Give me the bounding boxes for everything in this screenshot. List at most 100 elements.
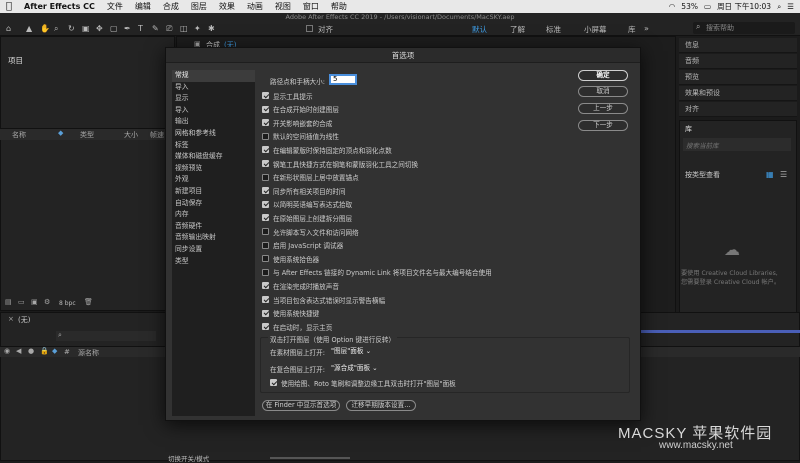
- camera-tool-icon[interactable]: ▣: [82, 24, 90, 33]
- workspace-more-icon[interactable]: »: [644, 24, 649, 33]
- library-search[interactable]: 搜索当前库: [683, 138, 791, 151]
- checkbox[interactable]: [262, 160, 269, 168]
- show-in-finder-button[interactable]: 在 Finder 中显示首选项: [262, 400, 340, 411]
- apple-icon[interactable]: : [0, 1, 18, 12]
- cb-sync-time[interactable]: 同步所有相关项目的时间: [262, 185, 346, 196]
- pen-tool-icon[interactable]: ✒: [124, 24, 131, 33]
- checkbox[interactable]: [262, 119, 269, 127]
- audio-toggle-icon[interactable]: ◀: [16, 347, 21, 355]
- roto-tool-icon[interactable]: ✦: [194, 24, 201, 33]
- toggle-switches-modes[interactable]: 切换开关/模式: [168, 453, 209, 463]
- cb-expression-warning[interactable]: 当项目包含表达式错误时显示警告横幅: [262, 294, 385, 305]
- migrate-settings-button[interactable]: 迁移早期版本设置...: [346, 400, 416, 411]
- menu-view[interactable]: 视图: [269, 1, 297, 12]
- checkbox[interactable]: [262, 309, 269, 317]
- zoom-tool-icon[interactable]: ⌕: [54, 24, 58, 34]
- previous-button[interactable]: 上一步: [578, 103, 628, 114]
- cb-system-color-picker[interactable]: 使用系统拾色器: [262, 253, 319, 264]
- workspace-library[interactable]: 库: [628, 24, 636, 35]
- comp-open-select[interactable]: "源合成"面板 ⌄: [327, 363, 382, 373]
- cb-show-tooltips[interactable]: 显示工具提示: [262, 90, 313, 101]
- checkbox[interactable]: [270, 379, 277, 387]
- panel-preview[interactable]: 预览: [679, 70, 797, 85]
- checkbox[interactable]: [262, 92, 269, 100]
- category-display[interactable]: 显示: [172, 93, 255, 105]
- cb-render-sound[interactable]: 在渲染完成时播放声音: [262, 280, 339, 291]
- lock-icon[interactable]: 🔒: [40, 347, 49, 355]
- category-output[interactable]: 输出: [172, 116, 255, 128]
- library-title[interactable]: 库: [685, 124, 692, 134]
- category-auto-save[interactable]: 自动保存: [172, 198, 255, 210]
- checkbox[interactable]: [262, 146, 269, 154]
- cb-dynamic-link[interactable]: 与 After Effects 链接的 Dynamic Link 将项目文件名与…: [262, 267, 492, 278]
- cb-center-anchor[interactable]: 在新形状图层上居中放置锚点: [262, 172, 359, 183]
- checkbox[interactable]: [262, 228, 269, 236]
- checkbox[interactable]: [262, 132, 269, 140]
- category-video-preview[interactable]: 视频预览: [172, 163, 255, 175]
- category-import-2[interactable]: 导入: [172, 105, 255, 117]
- cb-paint-open-layer[interactable]: 使用绘图、Roto 笔刷和调整边缘工具双击时打开"图层"面板: [270, 377, 456, 388]
- category-sync[interactable]: 同步设置: [172, 244, 255, 256]
- workspace-small-screen[interactable]: 小屏幕: [584, 24, 607, 35]
- cb-js-debugger[interactable]: 启用 JavaScript 调试器: [262, 240, 343, 251]
- cb-allow-scripts[interactable]: 允许脚本写入文件和访问网络: [262, 226, 359, 237]
- home-icon[interactable]: ⌂: [6, 24, 11, 33]
- cb-create-layers-at-start[interactable]: 在合成开始时创建图层: [262, 104, 339, 115]
- checkbox[interactable]: [262, 296, 269, 304]
- label-icon[interactable]: ◆: [52, 347, 57, 355]
- col-source-name[interactable]: 源名称: [78, 348, 99, 358]
- checkbox[interactable]: [262, 105, 269, 113]
- type-tool-icon[interactable]: T: [138, 24, 143, 33]
- clock[interactable]: 周日 下午10:03: [717, 1, 771, 12]
- panel-effects-presets[interactable]: 效果和预设: [679, 86, 797, 101]
- mask-tool-icon[interactable]: ▢: [110, 24, 118, 33]
- panel-audio[interactable]: 音频: [679, 54, 797, 69]
- category-audio-hardware[interactable]: 音频硬件: [172, 221, 255, 233]
- menu-window[interactable]: 窗口: [297, 1, 325, 12]
- checkbox[interactable]: [262, 323, 269, 331]
- panel-align[interactable]: 对齐: [679, 102, 797, 117]
- interpret-footage-icon[interactable]: ▤: [5, 298, 12, 306]
- category-new-project[interactable]: 新建项目: [172, 186, 255, 198]
- puppet-tool-icon[interactable]: ✱: [208, 24, 215, 33]
- cb-switches-affect-nested[interactable]: 开关影响嵌套的合成: [262, 117, 332, 128]
- work-area-bar[interactable]: [635, 330, 800, 333]
- panel-info[interactable]: 信息: [679, 38, 797, 53]
- path-size-input[interactable]: 5: [329, 74, 357, 85]
- col-fps[interactable]: 帧速: [150, 130, 164, 140]
- category-type[interactable]: 类型: [172, 256, 255, 268]
- checkbox[interactable]: [262, 214, 269, 222]
- category-import[interactable]: 导入: [172, 82, 255, 94]
- menu-file[interactable]: 文件: [101, 1, 129, 12]
- cb-pen-shortcut-toggle[interactable]: 钢笔工具快捷方式在钢笔和蒙版羽化工具之间切换: [262, 158, 418, 169]
- col-size[interactable]: 大小: [124, 130, 138, 140]
- workspace-learn[interactable]: 了解: [510, 24, 525, 35]
- menu-animation[interactable]: 动画: [241, 1, 269, 12]
- grid-view-icon[interactable]: ▦: [766, 170, 774, 179]
- col-name[interactable]: 名称: [12, 130, 26, 140]
- hand-tool-icon[interactable]: ✋: [40, 24, 50, 33]
- workspace-default[interactable]: 默认: [472, 24, 487, 35]
- label-icon[interactable]: ◆: [58, 129, 63, 137]
- align-checkbox[interactable]: [306, 25, 313, 32]
- cb-expression-english[interactable]: 以简明英语编写表达式拾取: [262, 199, 352, 210]
- project-panel-title[interactable]: 项目: [8, 55, 23, 66]
- cb-linear-interpolation[interactable]: 默认的空间插值为线性: [262, 131, 339, 142]
- search-icon[interactable]: ⌕: [777, 2, 781, 12]
- cb-show-home-on-start[interactable]: 在启动时，显示主页: [262, 321, 332, 332]
- selection-tool-icon[interactable]: ▲: [26, 24, 32, 33]
- close-icon[interactable]: ×: [8, 315, 14, 323]
- menu-effect[interactable]: 效果: [213, 1, 241, 12]
- view-by-type-dropdown[interactable]: 按类型查看: [685, 170, 720, 180]
- app-menu[interactable]: After Effects CC: [18, 2, 101, 11]
- category-media-cache[interactable]: 媒体和磁盘缓存: [172, 151, 255, 163]
- new-folder-icon[interactable]: ▭: [18, 298, 25, 306]
- zoom-slider[interactable]: [270, 457, 350, 459]
- bpc-indicator[interactable]: 8 bpc: [59, 300, 76, 307]
- list-view-icon[interactable]: ☰: [780, 170, 787, 179]
- checkbox[interactable]: [262, 241, 269, 249]
- pan-tool-icon[interactable]: ✥: [96, 24, 103, 33]
- next-button[interactable]: 下一步: [578, 120, 628, 131]
- category-general[interactable]: 常规: [172, 70, 255, 82]
- video-toggle-icon[interactable]: ◉: [4, 347, 10, 355]
